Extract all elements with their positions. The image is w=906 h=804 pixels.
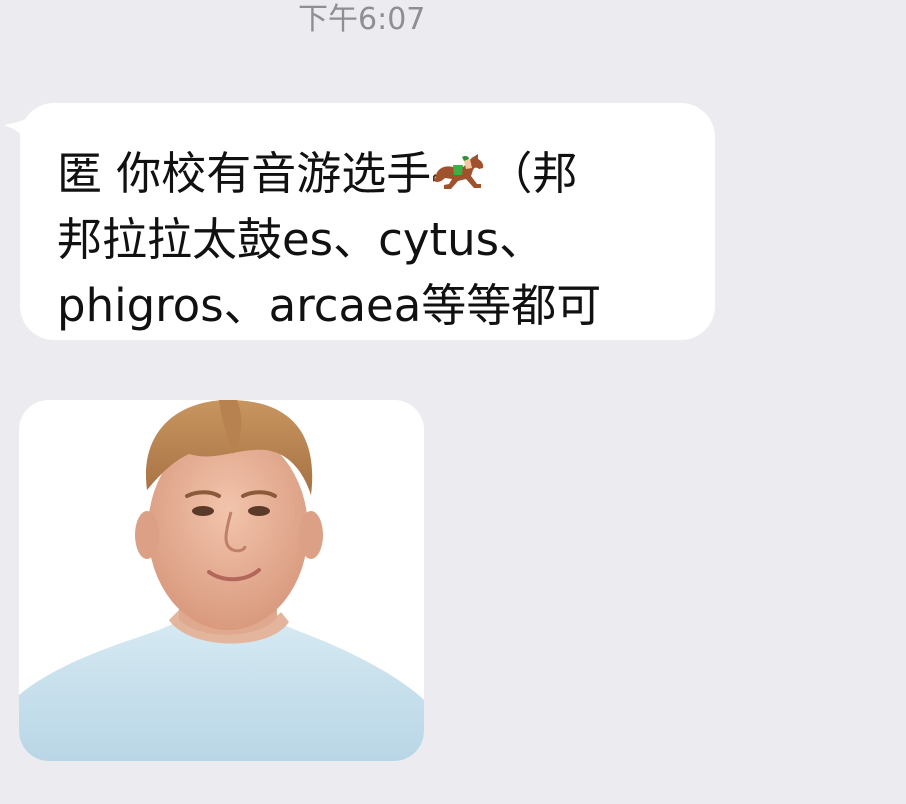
message-line-1-start: 匿 你校有音游选手: [57, 147, 432, 200]
message-line-1-end: （邦: [487, 147, 578, 200]
racing-horse-icon: [433, 154, 484, 189]
chat-timestamp: 下午6:07: [298, 2, 426, 37]
message-line-3: phigros、arcaea等等都可: [57, 279, 602, 332]
message-text: 匿 你校有音游选手 （邦邦拉拉太鼓es、cytus、 phigros、arcaea…: [57, 141, 685, 339]
message-line-2: 邦拉拉太鼓es、cytus、: [57, 213, 545, 266]
message-bubble[interactable]: 匿 你校有音游选手 （邦邦拉拉太鼓es、cytus、 phigros、arcaea…: [20, 103, 715, 340]
image-message[interactable]: [19, 400, 424, 761]
portrait-photo: [19, 400, 424, 761]
